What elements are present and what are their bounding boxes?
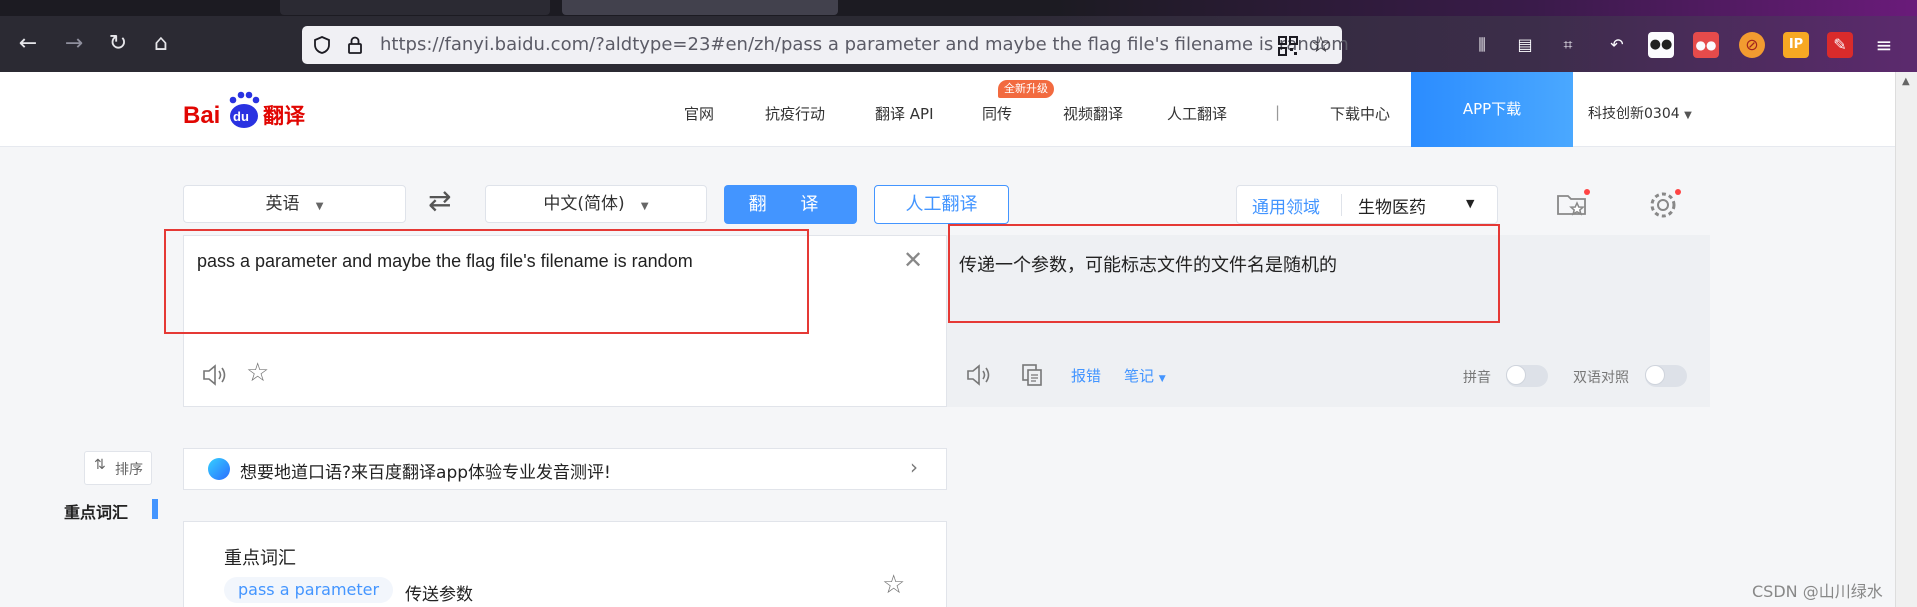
undo-icon[interactable]: ↶ (1604, 32, 1630, 58)
home-icon[interactable]: ⌂ (145, 28, 177, 60)
clear-text-icon[interactable]: ✕ (903, 246, 923, 274)
nav-link-simultaneous[interactable]: 同传 (982, 103, 1012, 124)
watermark: CSDN @山川绿水 (1752, 582, 1883, 601)
ip-icon[interactable]: IP (1783, 32, 1809, 58)
domain-general[interactable]: 通用领域 (1252, 193, 1320, 218)
chevron-right-icon[interactable]: › (910, 455, 918, 479)
notes-label: 笔记 (1124, 367, 1155, 385)
extension-icon[interactable]: ✎ (1827, 32, 1853, 58)
scroll-up-icon[interactable]: ▲ (1902, 76, 1910, 87)
vocab-meaning: 传送参数 (405, 585, 473, 605)
forward-icon[interactable]: → (58, 28, 90, 60)
logo-bai: Bai (183, 102, 220, 129)
nav-link-video[interactable]: 视频翻译 (1063, 103, 1123, 124)
nav-link-download-center[interactable]: 下载中心 (1330, 103, 1390, 124)
reload-icon[interactable]: ↻ (102, 28, 134, 60)
extension-icon[interactable]: ●● (1693, 32, 1719, 58)
sidebar-icon[interactable]: ▤ (1512, 32, 1538, 58)
copy-icon[interactable] (1020, 363, 1044, 387)
back-icon[interactable]: ← (12, 28, 44, 60)
vocab-term[interactable]: pass a parameter (224, 577, 394, 603)
sort-icon: ⇅ (94, 457, 106, 473)
domain-divider (1341, 194, 1342, 216)
toggle-knob (1506, 365, 1526, 385)
speaker-icon[interactable] (202, 363, 228, 387)
username: 科技创新0304 (1588, 106, 1680, 122)
nav-divider: | (1275, 103, 1281, 121)
browser-tab-active[interactable] (562, 0, 838, 15)
extension-icon[interactable]: ⊘ (1739, 32, 1765, 58)
side-nav-active-marker (152, 499, 158, 519)
bilingual-toggle[interactable] (1645, 365, 1687, 387)
nav-link-human[interactable]: 人工翻译 (1167, 103, 1227, 124)
sort-label: 排序 (115, 462, 143, 478)
bilingual-label: 双语对照 (1573, 370, 1629, 386)
library-icon[interactable]: ⫼ (1469, 32, 1495, 58)
pinyin-toggle[interactable] (1506, 365, 1548, 387)
settings-gear-icon[interactable] (1648, 187, 1682, 221)
browser-tab[interactable] (280, 0, 550, 15)
report-error-link[interactable]: 报错 (1071, 365, 1101, 386)
extension-icon[interactable]: ●● (1648, 32, 1674, 58)
new-upgrade-badge: 全新升级 (998, 80, 1054, 98)
favorite-star-icon[interactable]: ☆ (246, 358, 269, 388)
source-language-select[interactable]: 英语 ▼ (183, 185, 406, 223)
qr-code-icon[interactable] (1278, 36, 1298, 56)
caret-down-icon: ▼ (1684, 110, 1692, 121)
vocab-title: 重点词汇 (224, 548, 296, 569)
app-download-button[interactable]: APP下载 (1411, 72, 1573, 147)
nav-link-api[interactable]: 翻译 API (875, 103, 934, 124)
nav-link-official[interactable]: 官网 (684, 103, 714, 124)
highlight-box-translation (948, 224, 1500, 323)
domain-selected[interactable]: 生物医药 (1358, 193, 1426, 218)
lock-icon[interactable] (346, 35, 364, 55)
app-promo-text[interactable]: 想要地道口语?来百度翻译app体验专业发音测评! (240, 458, 611, 483)
notes-dropdown[interactable]: 笔记 ▼ (1124, 365, 1166, 386)
swap-languages-icon[interactable]: ⇄ (428, 184, 451, 217)
screenshot-icon[interactable]: ⌗ (1555, 32, 1581, 58)
caret-down-icon: ▼ (640, 201, 649, 212)
translate-button[interactable]: 翻 译 (724, 185, 857, 224)
vocab-star-icon[interactable]: ☆ (882, 570, 905, 600)
side-nav-key-vocab[interactable]: 重点词汇 (64, 499, 128, 523)
pinyin-label: 拼音 (1463, 370, 1491, 386)
highlight-box-source (164, 229, 809, 334)
target-language-select[interactable]: 中文(简体) ▼ (485, 185, 707, 223)
shield-icon[interactable] (312, 35, 332, 55)
human-translation-button[interactable]: 人工翻译 (874, 185, 1009, 224)
target-language-label: 中文(简体) (543, 194, 625, 214)
source-language-label: 英语 (265, 194, 300, 214)
page-scrollbar[interactable]: ▲ (1895, 72, 1917, 607)
favorites-folder-icon[interactable] (1555, 188, 1591, 220)
nav-link-antiepidemic[interactable]: 抗疫行动 (765, 103, 825, 124)
user-menu[interactable]: 科技创新0304 ▼ (1588, 103, 1692, 123)
caret-down-icon: ▼ (1158, 374, 1166, 384)
caret-down-icon: ▼ (315, 201, 324, 212)
toggle-knob (1645, 365, 1665, 385)
baidu-fanyi-logo[interactable]: Bai du 翻译 (183, 90, 313, 132)
mic-badge-icon (208, 458, 230, 480)
caret-down-icon[interactable]: ▼ (1466, 197, 1474, 210)
menu-icon[interactable]: ≡ (1871, 32, 1897, 58)
url-text[interactable]: https://fanyi.baidu.com/?aldtype=23#en/z… (380, 34, 1349, 55)
logo-du: du (233, 109, 249, 124)
logo-fanyi: 翻译 (263, 104, 306, 128)
speaker-icon[interactable] (966, 363, 992, 387)
bookmark-star-icon[interactable]: ☆ (1311, 33, 1331, 58)
